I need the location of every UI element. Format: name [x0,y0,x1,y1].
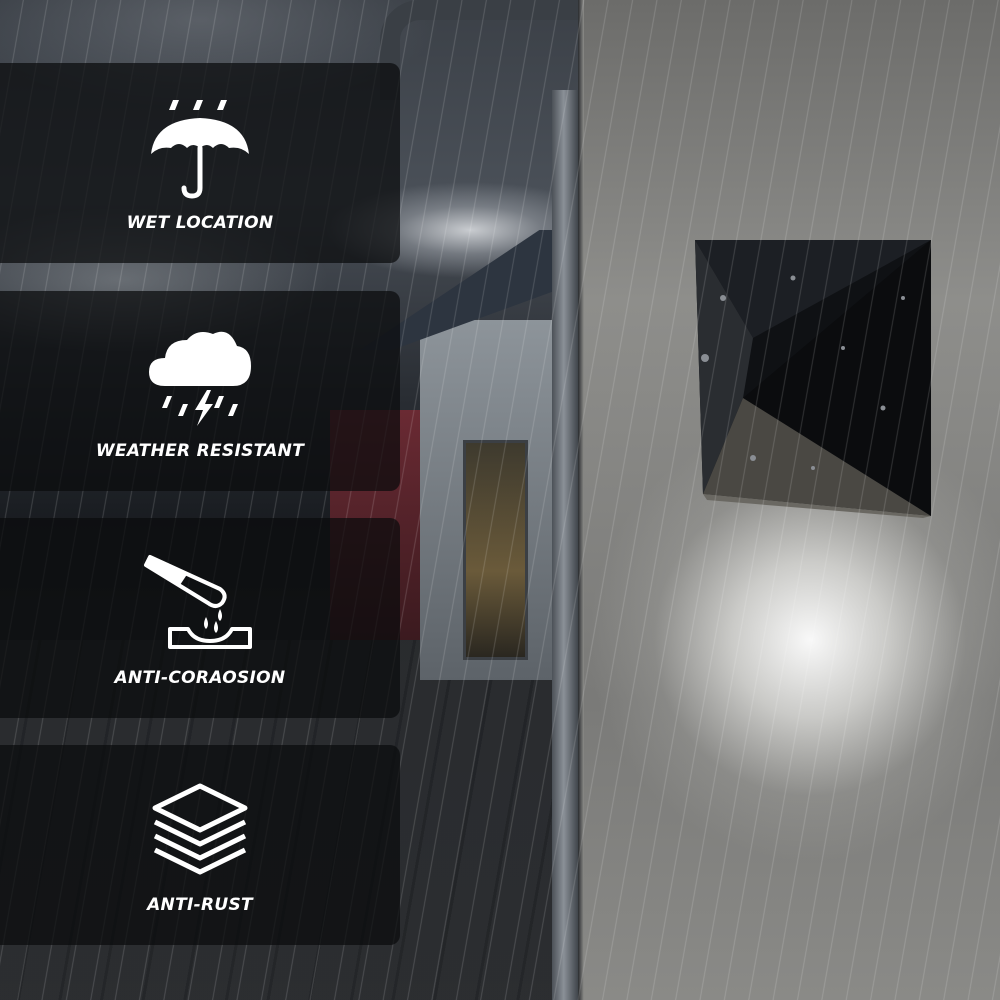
umbrella-rain-icon [140,93,260,203]
feature-label: ANTI-RUST [147,895,253,915]
feature-card-wet-location: WET LOCATION [0,63,400,263]
test-tube-drip-icon [140,548,260,658]
feature-label: WET LOCATION [126,213,274,233]
glass-door [463,440,528,660]
wall-lamp [693,238,933,518]
downspout-pipe [552,90,578,1000]
feature-label: WEATHER RESISTANT [95,441,305,461]
product-scene: WET LOCATION WEATHER RESISTANT ANTI-CORA… [0,0,1000,1000]
rain-gutter [380,0,580,100]
feature-card-anti-corrosion: ANTI-CORAOSION [0,518,400,718]
feature-label: ANTI-CORAOSION [114,668,286,688]
wall-edge [578,0,584,1000]
stacked-layers-icon [140,775,260,885]
storm-cloud-icon [140,321,260,431]
feature-card-anti-rust: ANTI-RUST [0,745,400,945]
wall-lamp-graphic [695,240,931,518]
feature-card-weather-resistant: WEATHER RESISTANT [0,291,400,491]
